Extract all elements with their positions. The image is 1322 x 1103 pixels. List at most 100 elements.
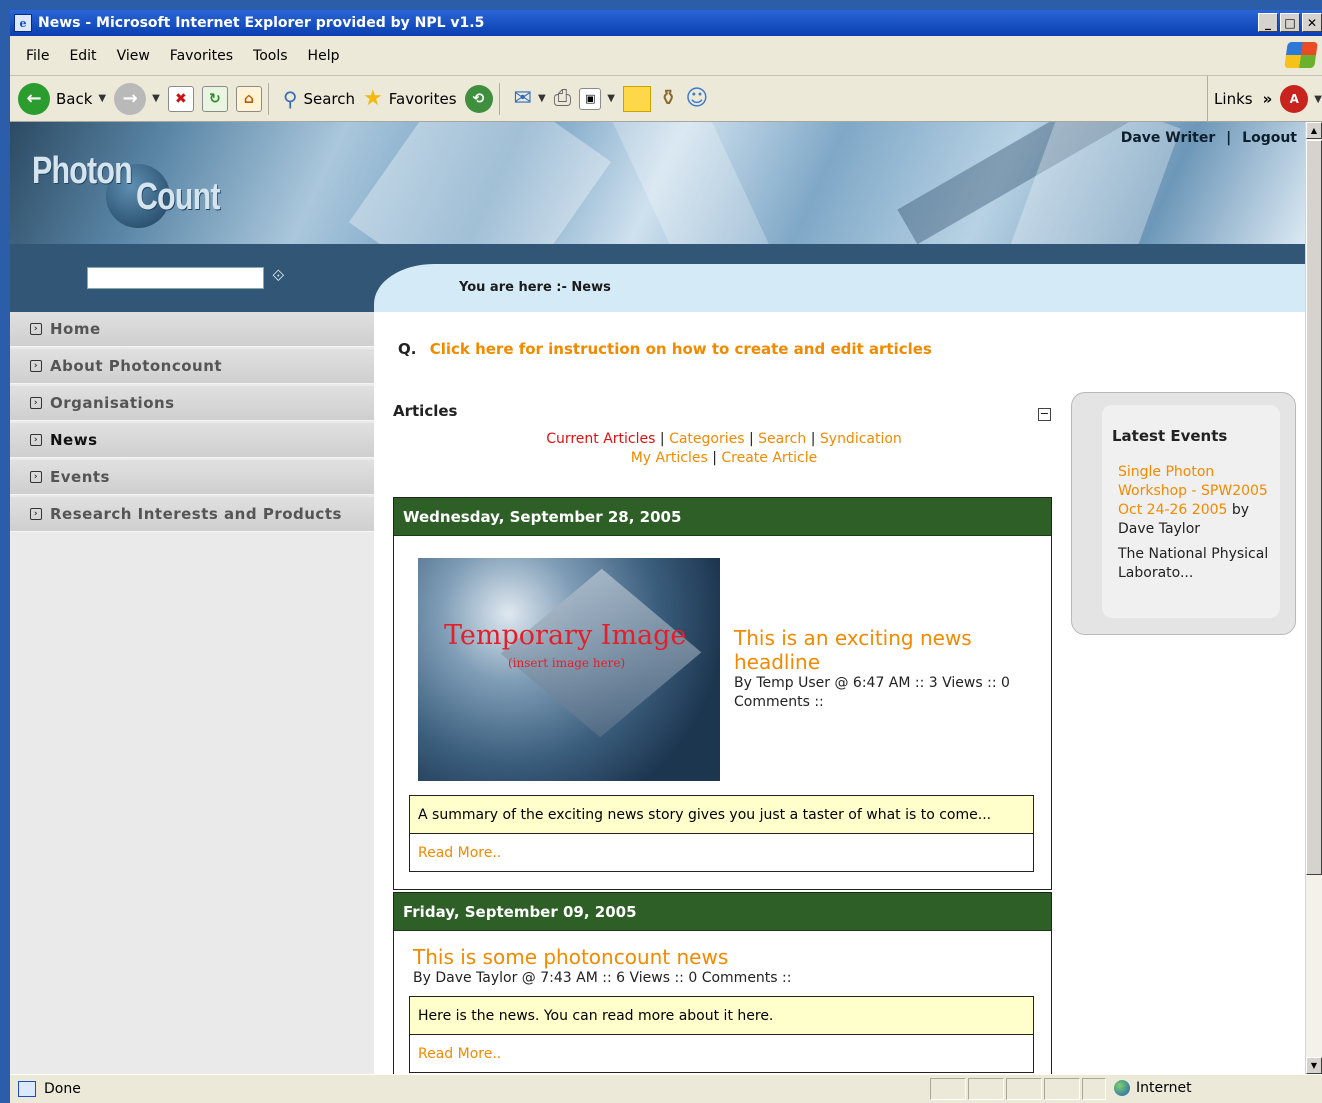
article-headline-link[interactable]: This is some photoncount news — [413, 945, 1033, 969]
site-logo[interactable]: Photon Count — [28, 142, 228, 228]
article-meta: By Temp User @ 6:47 AM :: 3 Views :: 0 C… — [734, 675, 1010, 710]
stop-icon[interactable]: ✖ — [167, 85, 194, 112]
refresh-icon[interactable]: ↻ — [201, 85, 228, 112]
scroll-up-icon[interactable]: ▲ — [1306, 122, 1322, 139]
back-arrow-icon: ← — [18, 82, 50, 115]
sidebar-item-research[interactable]: › Research Interests and Products — [10, 497, 374, 532]
globe-icon — [1114, 1080, 1130, 1096]
vertical-scrollbar[interactable]: ▲ ▼ — [1305, 122, 1322, 1074]
home-icon[interactable]: ⌂ — [235, 85, 262, 112]
logo-word-count: Count — [136, 176, 221, 218]
article-heading-block: This is an exciting news headline By Tem… — [734, 626, 1034, 712]
syndication-link[interactable]: Syndication — [820, 431, 902, 447]
page-done-icon — [18, 1081, 36, 1097]
sidebar-item-organisations[interactable]: › Organisations — [10, 386, 374, 421]
mail-dropdown-icon[interactable]: ▼ — [538, 93, 546, 104]
sidebar-item-home[interactable]: › Home — [10, 312, 374, 347]
menu-help[interactable]: Help — [298, 48, 350, 64]
search-articles-link[interactable]: Search — [758, 431, 806, 447]
sidebar-item-about[interactable]: › About Photoncount — [10, 349, 374, 384]
scroll-down-icon[interactable]: ▼ — [1306, 1057, 1322, 1074]
menu-edit[interactable]: Edit — [59, 48, 106, 64]
article-image[interactable]: Temporary Image (insert image here) — [418, 558, 720, 781]
day-date-header: Friday, September 09, 2005 — [394, 893, 1051, 931]
menu-favorites[interactable]: Favorites — [160, 48, 243, 64]
q-prefix: Q. — [398, 340, 417, 358]
day-block: Friday, September 09, 2005 This is some … — [393, 892, 1052, 1074]
left-sidebar: › Home › About Photoncount › Organisatio… — [10, 312, 374, 1074]
articles-heading: Articles — [393, 402, 458, 420]
sidebar-item-label: Home — [50, 320, 101, 338]
sidebar-item-news[interactable]: › News — [10, 423, 374, 458]
chevron-right-icon[interactable]: » — [1263, 90, 1273, 108]
search-button[interactable]: ⚲ Search — [283, 87, 355, 111]
pdf-dropdown-icon[interactable]: ▼ — [1314, 94, 1322, 105]
article-summary-box: Here is the news. You can read more abou… — [409, 996, 1034, 1073]
create-article-link[interactable]: Create Article — [721, 450, 817, 466]
arrow-bullet-icon: › — [30, 434, 42, 446]
edit-dropdown-icon[interactable]: ▼ — [607, 93, 615, 104]
toolbar-separator — [498, 82, 500, 115]
maximize-button[interactable]: □ — [1280, 13, 1300, 32]
sidebar-item-events[interactable]: › Events — [10, 460, 374, 495]
instruction-link[interactable]: Click here for instruction on how to cre… — [430, 340, 932, 358]
print-icon[interactable]: ⎙ — [554, 86, 572, 111]
user-links-separator: | — [1226, 130, 1232, 146]
favorites-button[interactable]: ★ Favorites — [363, 86, 457, 111]
logout-link[interactable]: Logout — [1242, 130, 1297, 146]
read-more-link[interactable]: Read More.. — [410, 834, 1033, 871]
article-heading-block: This is some photoncount news By Dave Ta… — [413, 945, 1033, 988]
toolbar-separator — [267, 82, 269, 115]
site-header: Photon Count Dave Writer | Logout — [10, 122, 1305, 244]
security-zone: Internet — [1114, 1080, 1192, 1096]
scrollbar-thumb[interactable] — [1306, 140, 1322, 875]
close-button[interactable]: ✕ — [1302, 13, 1322, 32]
edit-icon[interactable]: ▣ — [579, 87, 602, 110]
menu-tools[interactable]: Tools — [243, 48, 298, 64]
messenger-icon[interactable]: ☺ — [685, 86, 708, 111]
logo-word-photon: Photon — [32, 150, 133, 192]
search-go-icon[interactable]: ⟐ — [272, 266, 285, 286]
page-viewport: Photon Count Dave Writer | Logout ⟐ You … — [10, 122, 1322, 1074]
ie-icon: e — [14, 14, 32, 32]
image-placeholder-subtitle: (insert image here) — [508, 656, 626, 670]
mail-icon[interactable]: ✉ — [514, 86, 532, 111]
event-description: The National Physical Laborato... — [1118, 546, 1269, 581]
menu-view[interactable]: View — [107, 48, 160, 64]
history-icon[interactable]: ⟲ — [464, 84, 493, 113]
current-articles-link[interactable]: Current Articles — [546, 431, 655, 447]
arrow-bullet-icon: › — [30, 360, 42, 372]
back-label: Back — [56, 89, 93, 108]
sidebar-item-label: Events — [50, 468, 110, 486]
links-label[interactable]: Links — [1214, 90, 1253, 108]
my-articles-link[interactable]: My Articles — [631, 450, 708, 466]
collapse-icon[interactable]: − — [1038, 408, 1051, 421]
day-date-header: Wednesday, September 28, 2005 — [394, 498, 1051, 536]
search-navbar: ⟐ You are here :- News — [10, 244, 1305, 312]
article-meta: By Dave Taylor @ 7:43 AM :: 6 Views :: 0… — [413, 970, 792, 986]
favorites-label: Favorites — [388, 89, 457, 108]
article-summary: Here is the news. You can read more abou… — [410, 997, 1033, 1035]
site-search-input[interactable] — [87, 267, 264, 289]
arrow-bullet-icon: › — [30, 397, 42, 409]
research-icon[interactable]: ⚱ — [659, 86, 677, 111]
day-block: Wednesday, September 28, 2005 Temporary … — [393, 497, 1052, 890]
article-headline-link[interactable]: This is an exciting news headline — [734, 626, 1034, 674]
sidebar-item-label: Organisations — [50, 394, 175, 412]
discuss-icon[interactable] — [622, 85, 651, 112]
sidebar-item-label: Research Interests and Products — [50, 505, 342, 523]
minimize-button[interactable]: _ — [1258, 13, 1278, 32]
back-dropdown-icon[interactable]: ▼ — [98, 93, 106, 104]
latest-events-panel: Latest Events Single Photon Workshop - S… — [1071, 392, 1296, 635]
user-name-link[interactable]: Dave Writer — [1121, 130, 1216, 146]
pdf-icon[interactable]: A — [1280, 85, 1309, 113]
sidebar-item-label: News — [50, 431, 98, 449]
forward-button[interactable]: → ▼ — [114, 82, 160, 115]
menu-file[interactable]: File — [10, 48, 59, 64]
forward-dropdown-icon[interactable]: ▼ — [152, 93, 160, 104]
breadcrumb-bar: You are here :- News — [374, 264, 1305, 312]
categories-link[interactable]: Categories — [669, 431, 744, 447]
back-button[interactable]: ← Back ▼ — [18, 82, 106, 115]
search-label: Search — [303, 89, 356, 108]
read-more-link[interactable]: Read More.. — [410, 1035, 1033, 1072]
